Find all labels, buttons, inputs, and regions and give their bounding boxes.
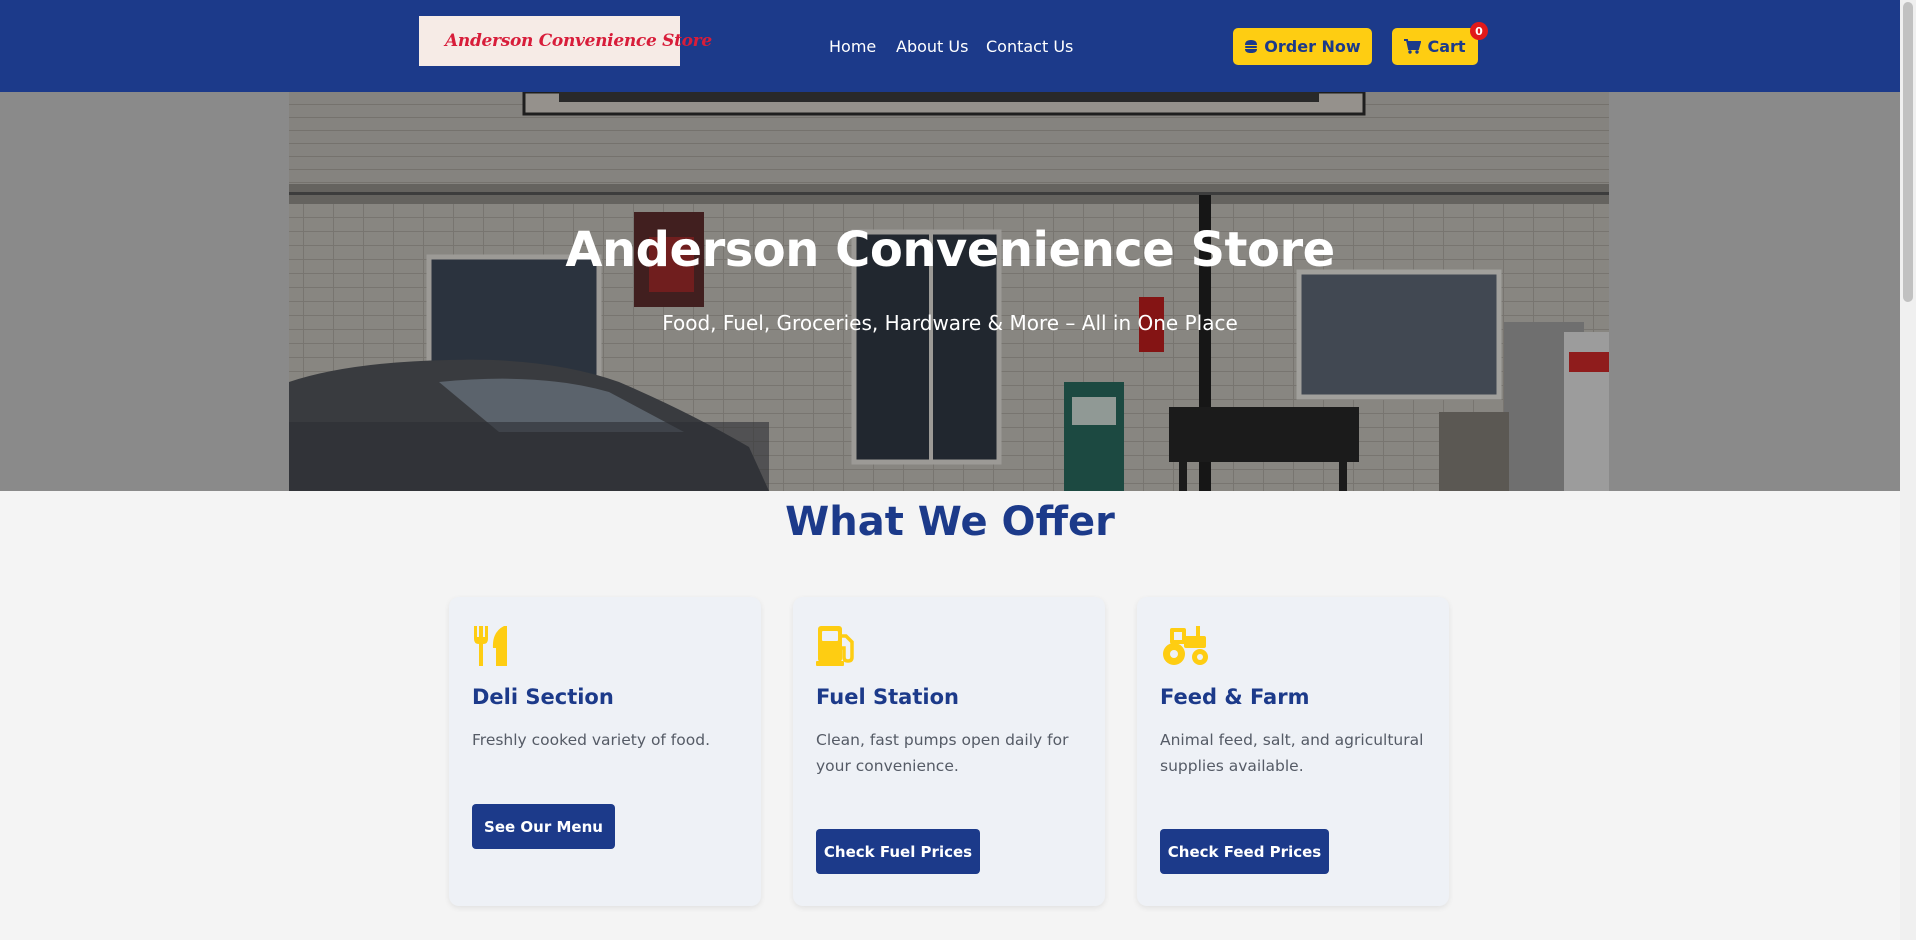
logo-text: Anderson Convenience Store xyxy=(445,31,712,51)
storefront-photo xyxy=(289,92,1609,491)
hero-subtitle: Food, Fuel, Groceries, Hardware & More –… xyxy=(662,311,1238,335)
logo[interactable]: Anderson Convenience Store xyxy=(419,16,712,66)
see-menu-button[interactable]: See Our Menu xyxy=(472,804,615,849)
utensils-icon xyxy=(474,626,507,666)
scrollbar-thumb[interactable] xyxy=(1903,2,1913,302)
nav-home-link[interactable]: Home xyxy=(829,37,876,56)
order-now-button[interactable]: Order Now xyxy=(1233,28,1372,65)
check-fuel-prices-button[interactable]: Check Fuel Prices xyxy=(816,829,980,874)
offer-section-title: What We Offer xyxy=(785,499,1115,545)
card-title: Fuel Station xyxy=(816,685,959,709)
offer-card-fuel: Fuel Station Clean, fast pumps open dail… xyxy=(793,597,1105,906)
cart-count-badge: 0 xyxy=(1470,22,1488,40)
offer-card-deli: Deli Section Freshly cooked variety of f… xyxy=(449,597,761,906)
card-title: Deli Section xyxy=(472,685,614,709)
site-header: Anderson Convenience Store Home About Us… xyxy=(0,0,1900,92)
cart-icon xyxy=(1404,39,1422,54)
page-scrollbar[interactable] xyxy=(1900,0,1916,940)
nav-contact-link[interactable]: Contact Us xyxy=(986,37,1073,56)
hero-title: Anderson Convenience Store xyxy=(565,222,1335,278)
card-description: Animal feed, salt, and agricultural supp… xyxy=(1160,731,1424,775)
order-now-label: Order Now xyxy=(1264,37,1361,56)
nav-about-link[interactable]: About Us xyxy=(896,37,968,56)
offer-card-feed: Feed & Farm Animal feed, salt, and agric… xyxy=(1137,597,1449,906)
card-description: Freshly cooked variety of food. xyxy=(472,731,710,749)
tractor-icon xyxy=(1163,626,1208,665)
gas-pump-icon xyxy=(816,626,854,666)
burger-icon xyxy=(1245,40,1258,53)
cart-label: Cart xyxy=(1427,37,1466,56)
cart-button[interactable]: Cart xyxy=(1392,28,1478,65)
card-description: Clean, fast pumps open daily for your co… xyxy=(816,731,1069,775)
card-title: Feed & Farm xyxy=(1160,685,1310,709)
check-feed-prices-button[interactable]: Check Feed Prices xyxy=(1160,829,1329,874)
